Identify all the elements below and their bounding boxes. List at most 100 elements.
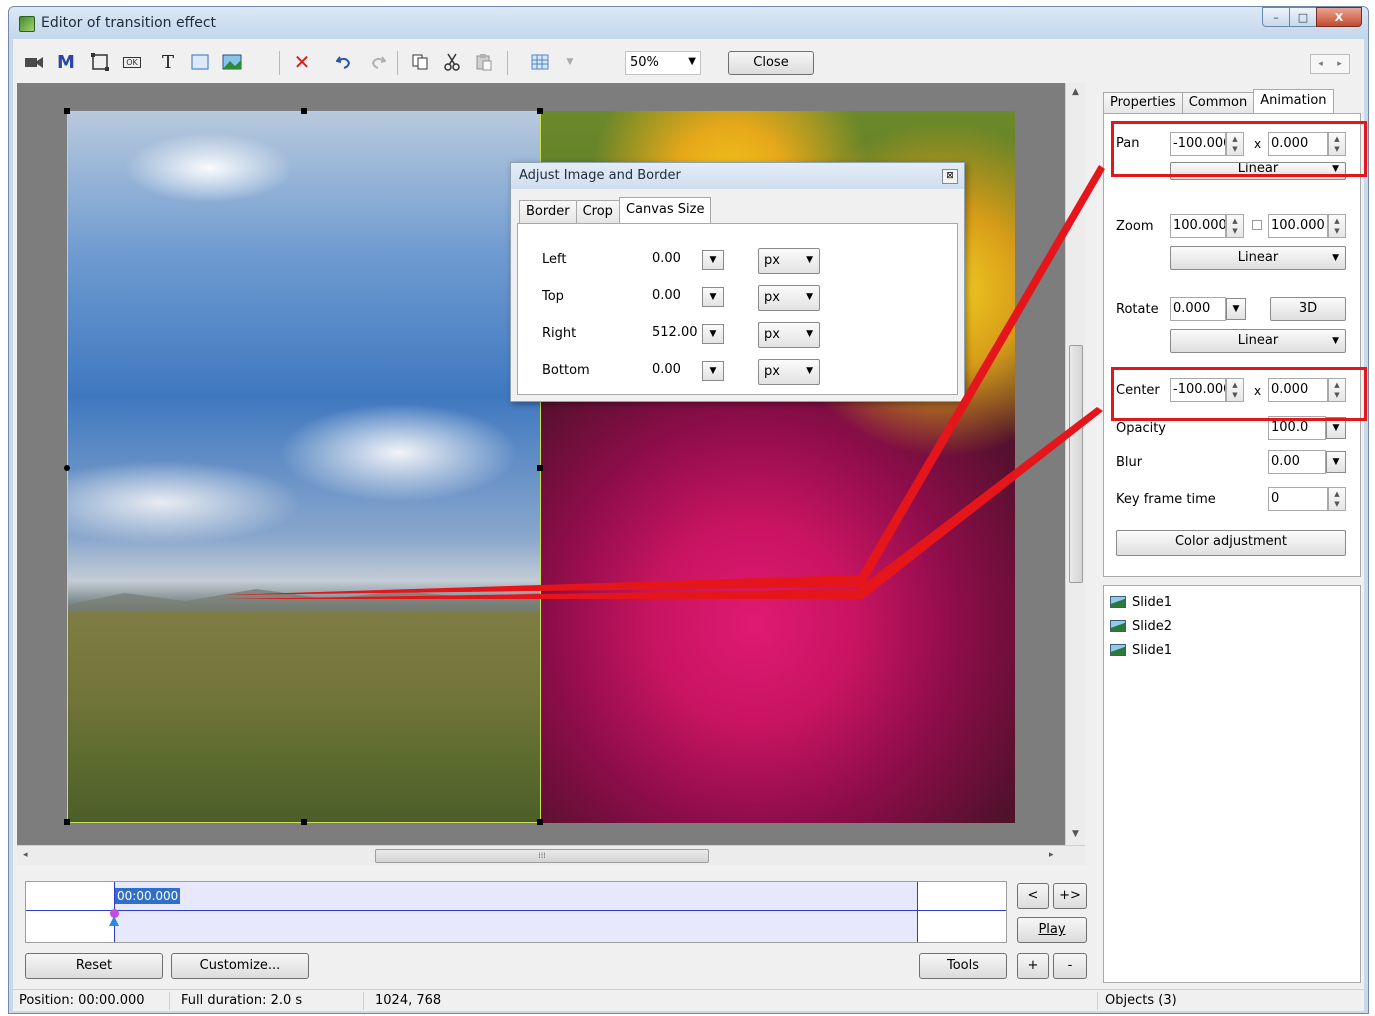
ok-button-icon[interactable]: OK	[121, 51, 143, 73]
reset-button[interactable]: Reset	[25, 953, 163, 979]
tab-border[interactable]: Border	[519, 200, 577, 223]
tab-animation[interactable]: Animation	[1253, 89, 1334, 115]
blur-label: Blur	[1116, 455, 1143, 470]
slide-icon	[1110, 644, 1126, 656]
grid-icon[interactable]	[529, 51, 551, 73]
zoom-select[interactable]: 50% ▼	[625, 51, 701, 75]
right-input[interactable]: 512.00	[650, 322, 702, 346]
blur-input[interactable]: 0.00	[1268, 450, 1326, 474]
dialog-tabs: Border Crop Canvas Size	[519, 197, 712, 224]
animation-panel: Pan -100.000 ▲ ▼ x 0.000 ▲ ▼ Linear ▼ Zoom …	[1103, 113, 1361, 577]
maximize-button[interactable]: □	[1289, 7, 1317, 27]
play-button[interactable]: Play	[1017, 917, 1087, 943]
tab-crop[interactable]: Crop	[575, 200, 620, 223]
grid-dropdown-icon[interactable]: ▼	[559, 51, 581, 73]
bottom-input[interactable]: 0.00	[650, 359, 702, 383]
tab-common[interactable]: Common	[1181, 92, 1255, 114]
zoom-y-input[interactable]: 100.000	[1268, 214, 1328, 238]
minimize-button[interactable]: –	[1262, 7, 1290, 27]
timeline-cursor-icon[interactable]	[109, 916, 119, 926]
status-objects: Objects (3)	[1105, 993, 1177, 1008]
horizontal-scroll-thumb[interactable]: ⁞⁞⁞	[375, 849, 709, 863]
tab-canvas-size[interactable]: Canvas Size	[618, 197, 712, 224]
scroll-down-icon[interactable]: ▼	[1072, 829, 1079, 839]
keyframe-time-label: Key frame time	[1116, 492, 1216, 507]
copy-icon[interactable]	[409, 51, 431, 73]
scroll-up-icon[interactable]: ▲	[1072, 87, 1079, 97]
next-keyframe-button[interactable]: +>	[1053, 883, 1087, 909]
chevron-right-icon[interactable]: ▸	[1330, 55, 1349, 73]
remove-keyframe-button[interactable]: -	[1053, 953, 1087, 979]
prev-keyframe-button[interactable]: <	[1017, 883, 1049, 909]
chevron-down-icon[interactable]: ▼	[1226, 298, 1246, 320]
list-item[interactable]: Slide1	[1110, 592, 1172, 612]
object-name: Slide1	[1132, 642, 1172, 658]
status-separator	[169, 992, 170, 1010]
right-unit-select[interactable]: px ▼	[758, 322, 820, 348]
camera-icon[interactable]	[23, 51, 45, 73]
object-name: Slide1	[1132, 594, 1172, 610]
delete-icon[interactable]: ✕	[291, 50, 313, 74]
keyframe-time-input[interactable]: 0	[1268, 487, 1328, 511]
add-keyframe-button[interactable]: +	[1017, 953, 1049, 979]
list-item[interactable]: Slide2	[1110, 616, 1172, 636]
keyframe-time-spinner-icon[interactable]: ▲ ▼	[1328, 487, 1346, 511]
top-unit-select[interactable]: px ▼	[758, 285, 820, 311]
window-controls: – □ X	[1262, 7, 1362, 27]
slide1-image[interactable]	[67, 111, 541, 823]
client-area: M OK T ✕ ▼ 50% ▼ Close ◂ ▸ ▲ ▼ ◂ ⁞⁞⁞ ▸ A…	[13, 39, 1367, 1011]
paste-icon[interactable]	[473, 51, 495, 73]
zoom-x-spinner-icon[interactable]: ▲ ▼	[1226, 214, 1244, 238]
3d-button[interactable]: 3D	[1270, 297, 1346, 321]
close-window-button[interactable]: X	[1316, 7, 1362, 27]
object-name: Slide2	[1132, 618, 1172, 634]
left-unit-select[interactable]: px ▼	[758, 248, 820, 274]
tools-button[interactable]: Tools	[919, 953, 1007, 979]
bottom-unit-select[interactable]: px ▼	[758, 359, 820, 385]
text-icon[interactable]: T	[157, 51, 179, 73]
chevron-down-icon[interactable]: ▼	[702, 250, 724, 270]
chevron-down-icon[interactable]: ▼	[1326, 451, 1346, 473]
dialog-close-icon[interactable]: ⊠	[942, 169, 958, 184]
frame-icon[interactable]	[89, 51, 111, 73]
cut-icon[interactable]	[441, 51, 463, 73]
undo-icon[interactable]	[333, 51, 355, 73]
scroll-right-icon[interactable]: ▸	[1049, 850, 1054, 860]
canvas-vertical-scrollbar[interactable]: ▲ ▼	[1065, 83, 1085, 845]
dialog-title[interactable]: Adjust Image and Border	[511, 163, 964, 189]
chevron-down-icon: ▼	[806, 366, 813, 376]
rectangle-icon[interactable]	[189, 51, 211, 73]
rotate-label: Rotate	[1116, 302, 1159, 317]
zoom-x-input[interactable]: 100.000	[1170, 214, 1226, 238]
tab-properties[interactable]: Properties	[1103, 92, 1183, 114]
zoom-mode-select[interactable]: Linear ▼	[1170, 246, 1346, 270]
right-unit: px	[764, 327, 780, 342]
mask-icon[interactable]: M	[55, 51, 77, 73]
timeline-range[interactable]	[114, 882, 918, 942]
chevron-down-icon: ▼	[806, 255, 813, 265]
list-item[interactable]: Slide1	[1110, 640, 1172, 660]
close-button[interactable]: Close	[728, 51, 814, 75]
zoom-y-spinner-icon[interactable]: ▲ ▼	[1328, 214, 1346, 238]
chevron-down-icon[interactable]: ▼	[702, 324, 724, 344]
canvas-horizontal-scrollbar[interactable]: ◂ ⁞⁞⁞ ▸	[17, 845, 1085, 865]
title-bar[interactable]: Editor of transition effect – □ X	[9, 7, 1368, 39]
redo-icon[interactable]	[367, 51, 389, 73]
chevron-down-icon[interactable]: ▼	[702, 287, 724, 307]
scroll-left-icon[interactable]: ◂	[23, 850, 28, 860]
chevron-down-icon[interactable]: ▼	[702, 361, 724, 381]
zoom-link-checkbox[interactable]	[1252, 220, 1262, 230]
customize-button[interactable]: Customize...	[171, 953, 309, 979]
rotate-input[interactable]: 0.000	[1170, 297, 1226, 321]
vertical-scroll-thumb[interactable]	[1069, 345, 1083, 583]
left-input[interactable]: 0.00	[650, 248, 702, 272]
window-title: Editor of transition effect	[41, 15, 217, 31]
color-adjustment-button[interactable]: Color adjustment	[1116, 530, 1346, 556]
rotate-mode-select[interactable]: Linear ▼	[1170, 329, 1346, 353]
chevron-down-icon: ▼	[688, 56, 696, 67]
top-input[interactable]: 0.00	[650, 285, 702, 309]
timeline[interactable]: 00:00.000	[25, 881, 1007, 943]
image-icon[interactable]	[221, 51, 243, 73]
slide-icon	[1110, 596, 1126, 608]
chevron-left-icon[interactable]: ◂	[1311, 55, 1330, 73]
